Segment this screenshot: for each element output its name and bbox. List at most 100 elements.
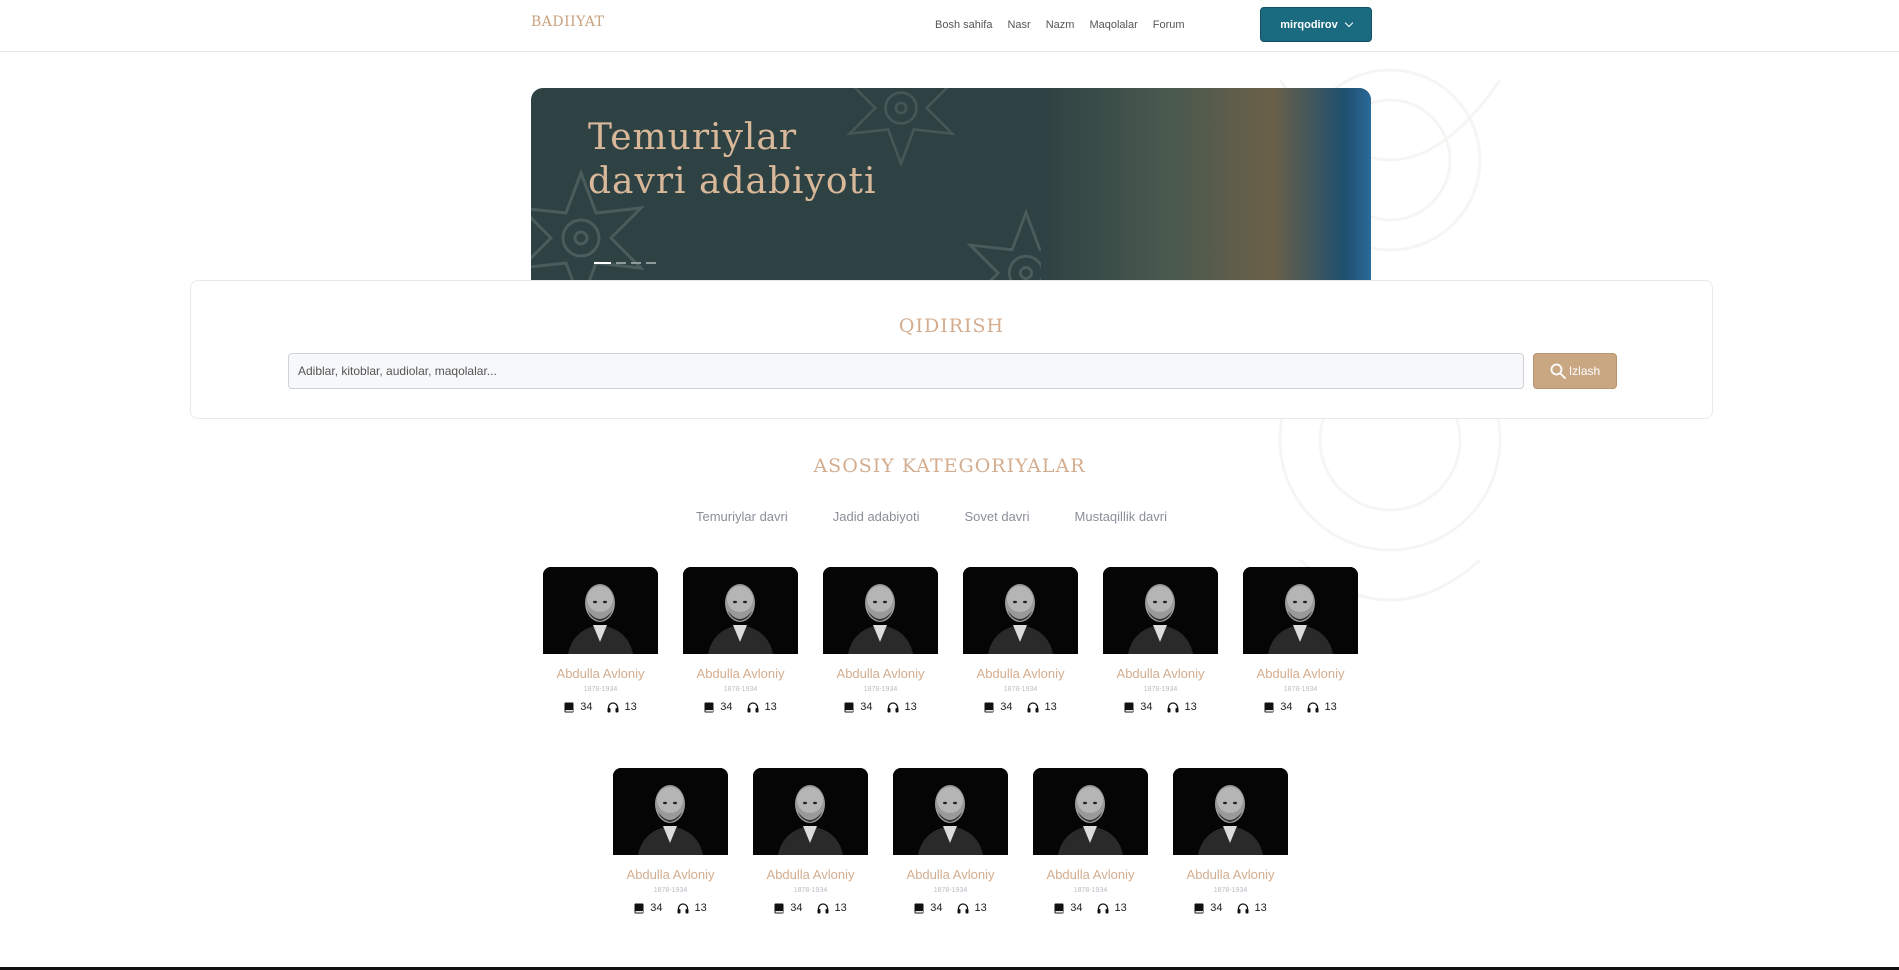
- author-photo: [963, 567, 1078, 654]
- author-stats: 34 13: [774, 902, 847, 914]
- author-years: 1878-1934: [1003, 686, 1038, 693]
- author-photo: [543, 567, 658, 654]
- books-stat: 34: [704, 701, 733, 713]
- author-card[interactable]: Abdulla Avloniy 1878-1934 34 13: [893, 768, 1008, 914]
- author-name: Abdulla Avloniy: [556, 666, 645, 681]
- books-stat: 34: [634, 902, 663, 914]
- nav-forum[interactable]: Forum: [1153, 19, 1185, 31]
- slider-dot-1[interactable]: [594, 262, 611, 264]
- author-name: Abdulla Avloniy: [626, 867, 715, 882]
- books-count: 34: [1210, 902, 1223, 914]
- book-icon: [1194, 903, 1204, 913]
- tab-temuriylar[interactable]: Temuriylar davri: [696, 509, 788, 524]
- author-stats: 34 13: [1124, 701, 1197, 713]
- tab-mustaqillik[interactable]: Mustaqillik davri: [1075, 509, 1167, 524]
- tab-jadid[interactable]: Jadid adabiyoti: [833, 509, 920, 524]
- books-count: 34: [1280, 701, 1293, 713]
- audios-count: 13: [974, 902, 987, 914]
- author-name: Abdulla Avloniy: [1046, 867, 1135, 882]
- nav-poetry[interactable]: Nazm: [1046, 19, 1075, 31]
- search-button[interactable]: Izlash: [1533, 353, 1617, 389]
- author-card[interactable]: Abdulla Avloniy 1878-1934 34 13: [613, 768, 728, 914]
- author-card[interactable]: Abdulla Avloniy 1878-1934 34 13: [1033, 768, 1148, 914]
- audios-stat: 13: [887, 701, 917, 713]
- audios-count: 13: [694, 902, 707, 914]
- site-logo[interactable]: BADIIYAT: [531, 14, 605, 30]
- author-photo: [823, 567, 938, 654]
- author-name: Abdulla Avloniy: [1186, 867, 1275, 882]
- author-card[interactable]: Abdulla Avloniy 1878-1934 34 13: [963, 567, 1078, 713]
- audios-stat: 13: [747, 701, 777, 713]
- author-years: 1878-1934: [863, 686, 898, 693]
- hero-banner[interactable]: Temuriylar davri adabiyoti: [531, 88, 1371, 280]
- slider-dot-4[interactable]: [646, 262, 656, 264]
- headphones-icon: [677, 902, 688, 913]
- audios-count: 13: [1254, 902, 1267, 914]
- author-card[interactable]: Abdulla Avloniy 1878-1934 34 13: [823, 567, 938, 713]
- nav-home[interactable]: Bosh sahifa: [935, 19, 992, 31]
- author-years: 1878-1934: [653, 887, 688, 894]
- headphones-icon: [747, 701, 758, 712]
- books-count: 34: [790, 902, 803, 914]
- books-count: 34: [1000, 701, 1013, 713]
- headphones-icon: [607, 701, 618, 712]
- banner-painting-background: [1041, 88, 1371, 280]
- audios-stat: 13: [607, 701, 637, 713]
- books-count: 34: [720, 701, 733, 713]
- books-stat: 34: [1054, 902, 1083, 914]
- nav-articles[interactable]: Maqolalar: [1089, 19, 1137, 31]
- books-stat: 34: [1194, 902, 1223, 914]
- audios-count: 13: [1044, 701, 1057, 713]
- author-card[interactable]: Abdulla Avloniy 1878-1934 34 13: [1103, 567, 1218, 713]
- author-name: Abdulla Avloniy: [976, 666, 1065, 681]
- headphones-icon: [1027, 701, 1038, 712]
- books-stat: 34: [564, 701, 593, 713]
- audios-stat: 13: [817, 902, 847, 914]
- search-input[interactable]: [288, 353, 1524, 389]
- author-card[interactable]: Abdulla Avloniy 1878-1934 34 13: [1243, 567, 1358, 713]
- author-card[interactable]: Abdulla Avloniy 1878-1934 34 13: [543, 567, 658, 713]
- search-icon: [1550, 363, 1566, 379]
- audios-count: 13: [624, 701, 637, 713]
- audios-stat: 13: [1027, 701, 1057, 713]
- author-card[interactable]: Abdulla Avloniy 1878-1934 34 13: [1173, 768, 1288, 914]
- audios-count: 13: [764, 701, 777, 713]
- book-icon: [1124, 702, 1134, 712]
- user-menu-button[interactable]: mirqodirov: [1260, 7, 1372, 42]
- books-stat: 34: [844, 701, 873, 713]
- books-count: 34: [860, 701, 873, 713]
- author-stats: 34 13: [1054, 902, 1127, 914]
- author-name: Abdulla Avloniy: [696, 666, 785, 681]
- book-icon: [1264, 702, 1274, 712]
- author-photo: [1103, 567, 1218, 654]
- search-title: QIDIRISH: [898, 315, 1005, 337]
- slider-dot-2[interactable]: [616, 262, 626, 264]
- books-count: 34: [1070, 902, 1083, 914]
- audios-stat: 13: [1307, 701, 1337, 713]
- banner-title: Temuriylar davri adabiyoti: [588, 117, 877, 202]
- book-icon: [984, 702, 994, 712]
- authors-row-1: Abdulla Avloniy 1878-1934 34 13 Abdulla …: [543, 567, 1358, 713]
- headphones-icon: [887, 701, 898, 712]
- author-stats: 34 13: [1194, 902, 1267, 914]
- author-years: 1878-1934: [1073, 887, 1108, 894]
- author-years: 1878-1934: [583, 686, 618, 693]
- books-stat: 34: [1264, 701, 1293, 713]
- book-icon: [774, 903, 784, 913]
- author-stats: 34 13: [564, 701, 637, 713]
- author-years: 1878-1934: [1143, 686, 1178, 693]
- audios-stat: 13: [677, 902, 707, 914]
- author-photo: [1173, 768, 1288, 855]
- author-name: Abdulla Avloniy: [766, 867, 855, 882]
- book-icon: [634, 903, 644, 913]
- author-card[interactable]: Abdulla Avloniy 1878-1934 34 13: [753, 768, 868, 914]
- nav-prose[interactable]: Nasr: [1007, 19, 1030, 31]
- tab-sovet[interactable]: Sovet davri: [964, 509, 1029, 524]
- slider-dot-3[interactable]: [631, 262, 641, 264]
- headphones-icon: [957, 902, 968, 913]
- books-count: 34: [1140, 701, 1153, 713]
- audios-count: 13: [904, 701, 917, 713]
- author-name: Abdulla Avloniy: [906, 867, 995, 882]
- main-nav: Bosh sahifa Nasr Nazm Maqolalar Forum: [935, 19, 1185, 31]
- author-card[interactable]: Abdulla Avloniy 1878-1934 34 13: [683, 567, 798, 713]
